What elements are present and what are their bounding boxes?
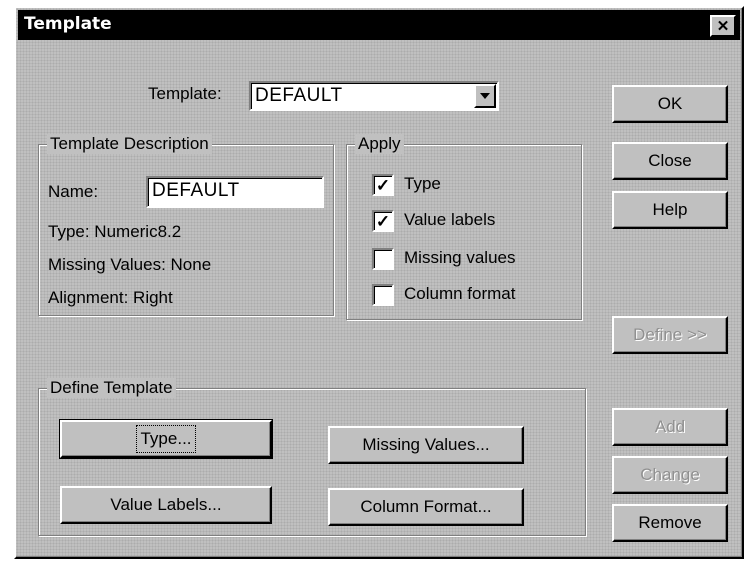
define-value-labels-button-label: Value Labels... [110, 495, 222, 514]
dropdown-arrow-button[interactable] [474, 84, 496, 108]
apply-type-label: Type [404, 174, 441, 193]
apply-type-checkbox[interactable]: ✓ [372, 174, 394, 196]
remove-button[interactable]: Remove [612, 504, 728, 542]
apply-column-format-checkbox[interactable] [372, 284, 394, 306]
define-column-format-button-label: Column Format... [360, 497, 492, 516]
add-button-label: Add [654, 417, 686, 436]
template-dropdown-value: DEFAULT [255, 85, 343, 106]
help-button-label: Help [652, 200, 688, 219]
close-icon: ✕ [716, 18, 730, 35]
ok-button[interactable]: OK [612, 85, 728, 123]
change-button-label: Change [640, 465, 700, 484]
template-description-title: Template Description [47, 134, 212, 154]
help-button[interactable]: Help [612, 191, 728, 229]
close-button-label: Close [648, 151, 692, 170]
define-button-label: Define >> [633, 325, 707, 344]
name-field[interactable]: DEFAULT [146, 176, 324, 208]
missing-values-info: Missing Values: None [48, 255, 212, 274]
checkmark-icon: ✓ [375, 175, 391, 195]
checkmark-icon: ✓ [375, 211, 391, 231]
close-window-button[interactable]: ✕ [710, 15, 736, 37]
apply-title: Apply [355, 134, 404, 154]
apply-value-labels-label: Value labels [404, 210, 496, 229]
alignment-info: Alignment: Right [48, 288, 173, 307]
define-type-button-label: Type... [136, 425, 196, 453]
chevron-down-icon [480, 93, 490, 99]
title-bar[interactable]: Template ✕ [18, 10, 740, 40]
define-template-title: Define Template [47, 378, 176, 398]
template-dropdown[interactable]: DEFAULT [249, 81, 499, 111]
define-missing-values-button[interactable]: Missing Values... [328, 426, 524, 464]
type-info: Type: Numeric8.2 [48, 222, 182, 241]
define-value-labels-button[interactable]: Value Labels... [60, 486, 272, 524]
remove-button-label: Remove [638, 513, 702, 532]
close-button[interactable]: Close [612, 142, 728, 180]
apply-column-format-label: Column format [404, 284, 516, 303]
template-label: Template: [148, 84, 222, 103]
apply-missing-values-checkbox[interactable] [372, 248, 394, 270]
ok-button-label: OK [657, 94, 683, 113]
define-button[interactable]: Define >> [612, 316, 728, 354]
define-column-format-button[interactable]: Column Format... [328, 488, 524, 526]
define-missing-values-button-label: Missing Values... [362, 435, 490, 454]
template-dialog: Template ✕ Template: DEFAULT Template De… [14, 6, 744, 559]
define-type-button[interactable]: Type... [59, 419, 273, 459]
apply-missing-values-label: Missing values [404, 248, 516, 267]
add-button[interactable]: Add [612, 408, 728, 446]
window-title: Template [24, 14, 112, 34]
apply-value-labels-checkbox[interactable]: ✓ [372, 210, 394, 232]
name-label: Name: [48, 182, 99, 201]
change-button[interactable]: Change [612, 456, 728, 494]
